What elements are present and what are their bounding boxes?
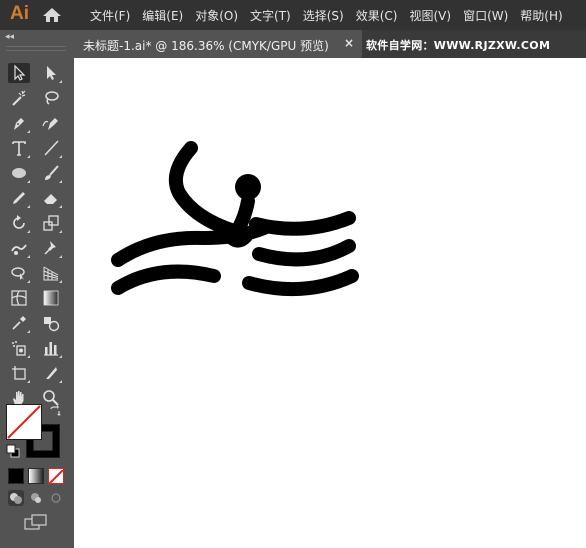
menu-type[interactable]: 文字(T) [250, 7, 291, 24]
wave-back-lower [111, 264, 221, 295]
artboard-canvas[interactable] [74, 58, 586, 548]
menu-edit[interactable]: 编辑(E) [142, 7, 183, 24]
mesh-icon [11, 290, 27, 306]
perspective-grid-icon [43, 266, 59, 281]
paintbrush-icon [45, 165, 59, 180]
draw-inside-button[interactable] [48, 490, 64, 506]
color-mode-button[interactable] [8, 468, 24, 484]
pushpin-icon [44, 241, 56, 255]
blend-icon [44, 317, 60, 332]
eraser-icon [44, 194, 57, 204]
lasso-tool[interactable] [40, 88, 62, 108]
draw-normal-icon [10, 493, 22, 504]
eyedropper-tool[interactable] [8, 313, 30, 333]
column-graph-tool[interactable] [40, 338, 62, 358]
scale-tool[interactable] [40, 213, 62, 233]
eyedropper-icon [12, 316, 26, 330]
warp-hand-icon [11, 244, 27, 255]
swimmer-head [235, 174, 261, 200]
line-segment-icon [44, 140, 59, 156]
rotate-icon [13, 215, 25, 229]
type-t-icon [12, 141, 26, 156]
menu-file[interactable]: 文件(F) [90, 7, 130, 24]
document-tab-strip: 未标题-1.ai* @ 186.36% (CMYK/GPU 预览) × 软件自学… [74, 30, 586, 58]
symbol-sprayer-tool[interactable] [8, 338, 30, 358]
collapse-panel-button[interactable]: ◂◂ [5, 32, 19, 42]
curvature-pen-icon [42, 118, 58, 130]
menu-bar: Ai 文件(F) 编辑(E) 对象(O) 文字(T) 选择(S) 效果(C) 视… [0, 0, 586, 30]
pen-tool[interactable] [8, 113, 30, 133]
type-tool[interactable] [8, 138, 30, 158]
close-tab-button[interactable]: × [344, 36, 354, 50]
ellipse-icon [12, 168, 26, 178]
none-slash-icon [49, 469, 63, 483]
default-fill-stroke-icon[interactable] [6, 444, 20, 458]
slice-tool[interactable] [40, 363, 62, 383]
menu-select[interactable]: 选择(S) [303, 7, 344, 24]
direct-selection-tool[interactable] [40, 63, 62, 83]
artboard-tool[interactable] [8, 363, 30, 383]
gradient-mode-button[interactable] [28, 468, 44, 484]
puppet-warp-tool[interactable] [40, 238, 62, 258]
blend-tool[interactable] [40, 313, 62, 333]
eraser-tool[interactable] [40, 188, 62, 208]
none-mode-button[interactable] [48, 468, 64, 484]
panel-grip[interactable] [6, 46, 66, 51]
line-segment-tool[interactable] [40, 138, 62, 158]
scale-icon [43, 215, 59, 231]
draw-behind-button[interactable] [28, 490, 44, 506]
magic-wand-tool[interactable] [8, 88, 30, 108]
wave-front-top [249, 211, 356, 236]
draw-behind-icon [31, 493, 41, 503]
magic-wand-icon [12, 90, 26, 106]
app-logo: Ai [10, 3, 29, 24]
fill-color-swatch[interactable] [6, 404, 42, 440]
menu-help[interactable]: 帮助(H) [520, 7, 562, 24]
column-graph-icon [44, 342, 58, 356]
mesh-tool[interactable] [8, 288, 30, 308]
menu-object[interactable]: 对象(O) [195, 7, 238, 24]
swap-fill-stroke-icon[interactable] [48, 404, 62, 418]
artwork[interactable] [74, 58, 586, 548]
ellipse-tool[interactable] [8, 163, 30, 183]
menu-window[interactable]: 窗口(W) [463, 7, 508, 24]
draw-normal-button[interactable] [8, 490, 24, 506]
pencil-tool[interactable] [8, 188, 30, 208]
document-tab[interactable]: 未标题-1.ai* @ 186.36% (CMYK/GPU 预览) × [74, 30, 362, 58]
screen-mode-icon[interactable] [24, 514, 48, 530]
perspective-grid-tool[interactable] [40, 263, 62, 283]
paintbrush-tool[interactable] [40, 163, 62, 183]
symbol-sprayer-icon [12, 341, 26, 356]
pencil-icon [13, 192, 25, 204]
gradient-tool[interactable] [40, 288, 62, 308]
wave-front-bottom [242, 269, 359, 297]
menu-effect[interactable]: 效果(C) [356, 7, 398, 24]
direct-selection-arrow-icon [47, 66, 56, 80]
watermark-text: 软件自学网：WWW.RJZXW.COM [366, 39, 551, 52]
none-slash-icon [7, 405, 41, 439]
selection-tool[interactable] [8, 63, 30, 83]
tools-panel: ◂◂ [0, 30, 72, 548]
knife-icon [46, 367, 57, 379]
gradient-icon [43, 290, 59, 306]
curvature-tool[interactable] [40, 113, 62, 133]
rotate-tool[interactable] [8, 213, 30, 233]
pen-nib-icon [14, 118, 24, 130]
warp-tool[interactable] [8, 238, 30, 258]
shape-builder-tool[interactable] [8, 263, 30, 283]
draw-inside-icon [51, 493, 61, 503]
artboard-icon [12, 366, 26, 380]
wave-front-middle [252, 239, 356, 267]
document-tab-title: 未标题-1.ai* @ 186.36% (CMYK/GPU 预览) [83, 39, 329, 53]
home-icon[interactable] [42, 7, 62, 23]
lasso-icon [45, 91, 59, 105]
shape-builder-icon [11, 267, 25, 280]
selection-arrow-icon [14, 64, 26, 81]
menu-items: 文件(F) 编辑(E) 对象(O) 文字(T) 选择(S) 效果(C) 视图(V… [90, 7, 563, 24]
menu-view[interactable]: 视图(V) [409, 7, 451, 24]
